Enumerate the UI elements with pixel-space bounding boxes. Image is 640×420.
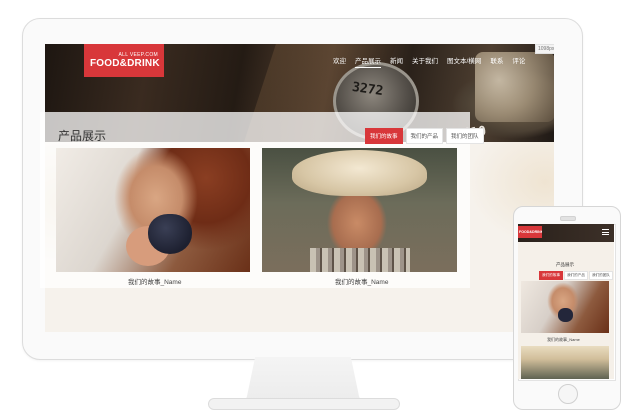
mobile-product-image-woman[interactable] — [521, 281, 609, 333]
mobile-tab-our-products[interactable]: 我们的产品 — [563, 271, 588, 280]
nav-item-gallery[interactable]: 图文本/横网 — [447, 55, 481, 65]
logo-title: FOOD&DRINK — [90, 58, 160, 69]
page-title: 产品展示 — [58, 129, 107, 143]
nav-item-comments[interactable]: 评论 — [512, 55, 525, 65]
tab-our-story[interactable]: 我们的故事 — [365, 128, 403, 144]
mobile-cup-shape — [558, 308, 573, 322]
nav-item-contact[interactable]: 联系 — [490, 55, 503, 65]
product-caption[interactable]: 我们的故事_Name — [335, 276, 388, 286]
nav-item-welcome[interactable]: 欢迎 — [333, 55, 346, 65]
main-nav: 欢迎 产品展示 新闻 关于我们 图文本/横网 联系 评论 — [333, 55, 525, 68]
hamburger-menu-icon[interactable] — [602, 229, 609, 235]
mobile-tab-our-story[interactable]: 我们的故事 — [539, 271, 563, 280]
tab-our-products[interactable]: 我们的产品 — [405, 128, 444, 144]
monitor-stand-base — [208, 398, 400, 410]
phone-speaker — [560, 216, 576, 221]
monitor-stand — [246, 357, 360, 401]
tab-our-team[interactable]: 我们的团队 — [446, 128, 484, 144]
site-logo[interactable]: ALL VEEP.COM FOOD&DRINK — [84, 44, 164, 77]
mobile-page-title: 产品展示 — [556, 262, 574, 267]
plaid-shirt-shape — [310, 248, 410, 272]
product-caption[interactable]: 我们的故事_Name — [128, 276, 181, 286]
straw-hat-shape — [292, 150, 427, 196]
nav-item-about[interactable]: 关于我们 — [412, 55, 438, 65]
product-image-man[interactable] — [262, 148, 457, 272]
phone-home-button — [558, 384, 578, 404]
mobile-tab-our-team[interactable]: 我们的团队 — [588, 271, 613, 280]
viewport-size-tag: 1098px — [535, 44, 554, 54]
cup-shape — [148, 214, 192, 254]
nav-item-products[interactable]: 产品展示 — [355, 55, 381, 68]
product-image-woman[interactable] — [56, 148, 250, 272]
mobile-product-image-man[interactable] — [521, 346, 609, 379]
product-tabs: 我们的故事 我们的产品 我们的团队 — [365, 128, 484, 144]
mobile-product-caption[interactable]: 我们的故事_Name — [547, 337, 580, 343]
mobile-product-tabs: 我们的故事 我们的产品 我们的团队 — [539, 271, 613, 280]
mobile-logo[interactable]: FOOD&DRINK — [518, 226, 542, 238]
nav-item-news[interactable]: 新闻 — [390, 55, 403, 65]
